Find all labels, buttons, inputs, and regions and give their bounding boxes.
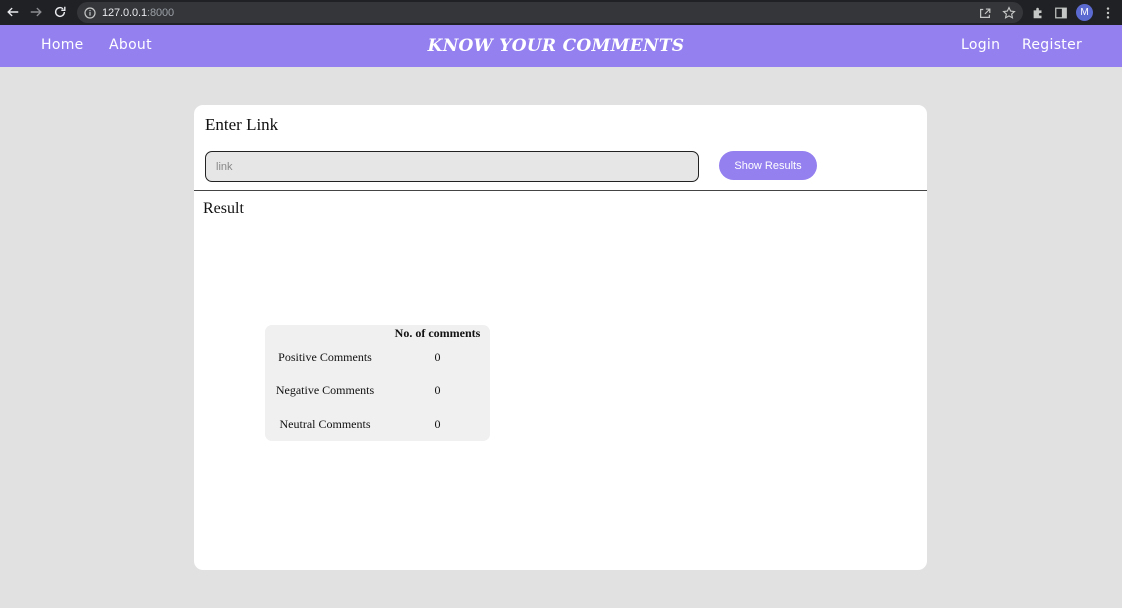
forward-icon[interactable]	[28, 4, 44, 20]
table-header-empty	[265, 325, 385, 341]
result-heading: Result	[203, 200, 244, 217]
reload-icon[interactable]	[52, 4, 68, 20]
extensions-icon[interactable]	[1030, 5, 1045, 20]
site-brand-title: KNOW YOUR COMMENTS	[427, 36, 685, 56]
bookmark-star-icon[interactable]	[1001, 5, 1016, 20]
row-count: 0	[434, 416, 441, 431]
menu-kebab-icon[interactable]	[1100, 5, 1115, 20]
nav-register-link[interactable]: Register	[1022, 37, 1082, 53]
table-row: Neutral Comments 0	[265, 408, 490, 441]
results-table: No. of comments Positive Comments 0 Nega…	[265, 325, 490, 441]
url-text: 127.0.0.1:8000	[102, 6, 175, 19]
row-label: Neutral Comments	[279, 416, 371, 431]
row-label: Positive Comments	[278, 350, 372, 365]
site-info-icon[interactable]	[84, 6, 96, 19]
nav-login-link[interactable]: Login	[961, 37, 1000, 53]
address-bar[interactable]: 127.0.0.1:8000	[77, 2, 1023, 23]
profile-avatar[interactable]: M	[1076, 4, 1093, 21]
table-row: Negative Comments 0	[265, 374, 490, 407]
show-results-button[interactable]: Show Results	[719, 151, 817, 180]
share-icon[interactable]	[977, 5, 992, 20]
table-header-count: No. of comments	[394, 325, 481, 340]
row-count: 0	[434, 383, 441, 398]
main-card: Enter Link Show Results Result No. of co…	[194, 105, 927, 570]
table-header-row: No. of comments	[265, 325, 490, 341]
side-panel-icon[interactable]	[1053, 5, 1068, 20]
table-row: Positive Comments 0	[265, 341, 490, 374]
back-icon[interactable]	[5, 4, 21, 20]
site-navbar: Home About KNOW YOUR COMMENTS Login Regi…	[0, 25, 1122, 67]
browser-toolbar: 127.0.0.1:8000 M	[0, 0, 1122, 25]
row-label: Negative Comments	[275, 383, 375, 398]
section-divider	[194, 190, 927, 191]
link-input[interactable]	[205, 151, 699, 182]
row-count: 0	[434, 350, 441, 365]
enter-link-heading: Enter Link	[205, 115, 279, 134]
